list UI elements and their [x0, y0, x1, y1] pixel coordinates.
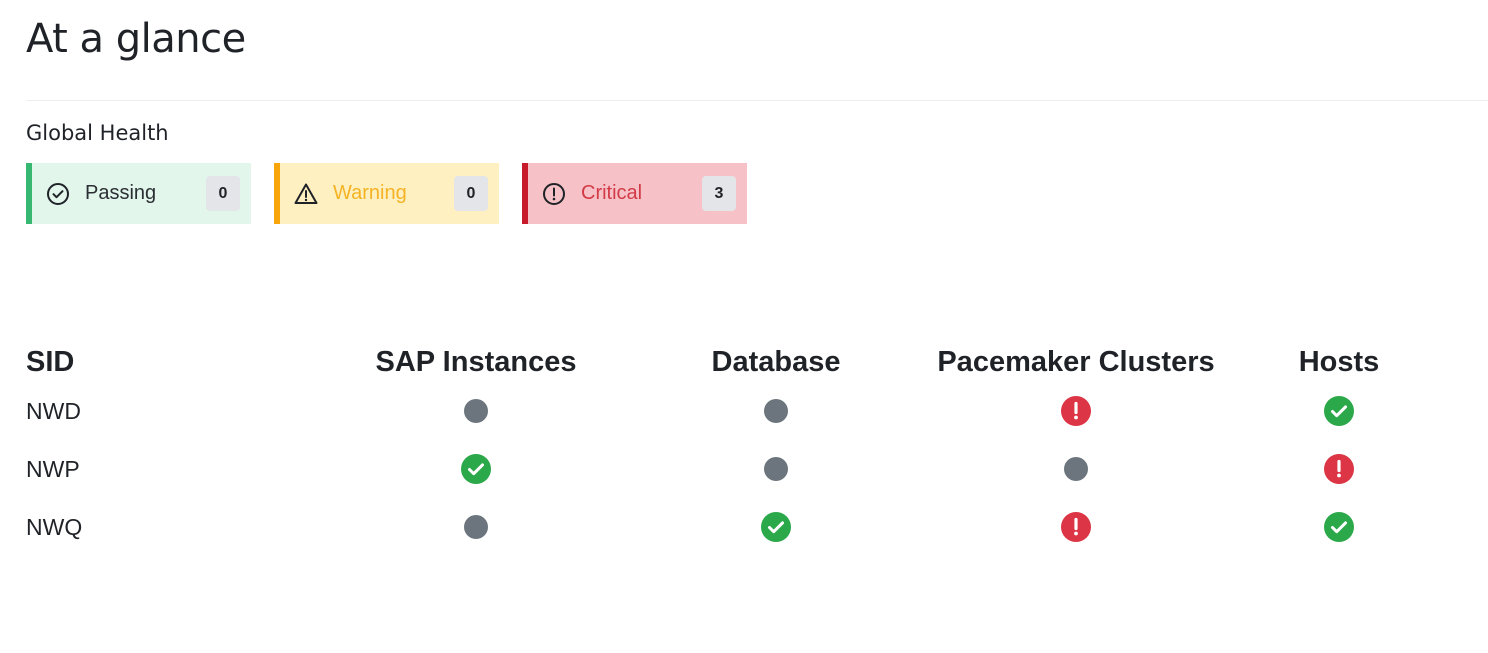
- unknown-status-dot-icon[interactable]: [461, 512, 491, 542]
- divider: [26, 100, 1488, 101]
- sap-instances-status-cell: [326, 512, 626, 542]
- unknown-status-dot-icon[interactable]: [461, 396, 491, 426]
- health-card-passing[interactable]: Passing 0: [26, 163, 251, 224]
- database-status-cell: [626, 512, 926, 542]
- sid-cell[interactable]: NWD: [26, 398, 326, 425]
- passing-check-icon[interactable]: [1324, 512, 1354, 542]
- table-header-row: SID SAP Instances Database Pacemaker Clu…: [26, 342, 1452, 382]
- critical-exclamation-icon[interactable]: [1061, 512, 1091, 542]
- health-card-label: Critical: [581, 182, 643, 204]
- sap-instances-status-cell: [326, 396, 626, 426]
- passing-check-icon[interactable]: [461, 454, 491, 484]
- hosts-status-cell: [1226, 512, 1452, 542]
- pacemaker-clusters-status-cell: [926, 512, 1226, 542]
- health-card-count: 0: [206, 176, 240, 211]
- health-card-count: 0: [454, 176, 488, 211]
- passing-check-icon[interactable]: [1324, 396, 1354, 426]
- unknown-status-dot-icon[interactable]: [761, 396, 791, 426]
- table-row[interactable]: NWP: [26, 440, 1452, 498]
- sid-health-table: SID SAP Instances Database Pacemaker Clu…: [26, 342, 1452, 556]
- sap-instances-status-cell: [326, 454, 626, 484]
- table-body: NWD NWP NWQ: [26, 382, 1452, 556]
- health-card-label: Warning: [333, 182, 407, 204]
- warning-triangle-icon: [293, 181, 319, 207]
- health-card-warning[interactable]: Warning 0: [274, 163, 499, 224]
- critical-exclamation-icon[interactable]: [1324, 454, 1354, 484]
- pacemaker-clusters-status-cell: [926, 454, 1226, 484]
- sid-cell[interactable]: NWP: [26, 456, 326, 483]
- hosts-status-cell: [1226, 454, 1452, 484]
- table-row[interactable]: NWQ: [26, 498, 1452, 556]
- global-health-title: Global Health: [26, 121, 169, 145]
- health-card-count: 3: [702, 176, 736, 211]
- global-health-cards: Passing 0 Warning 0 Critical 3: [26, 163, 747, 224]
- column-header-database: Database: [711, 345, 841, 378]
- check-circle-icon: [45, 181, 71, 207]
- unknown-status-dot-icon[interactable]: [1061, 454, 1091, 484]
- sid-cell[interactable]: NWQ: [26, 514, 326, 541]
- passing-check-icon[interactable]: [761, 512, 791, 542]
- table-row[interactable]: NWD: [26, 382, 1452, 440]
- unknown-status-dot-icon[interactable]: [761, 454, 791, 484]
- hosts-status-cell: [1226, 396, 1452, 426]
- column-header-sid: SID: [26, 345, 75, 378]
- page-title: At a glance: [26, 16, 246, 62]
- database-status-cell: [626, 396, 926, 426]
- health-card-label: Passing: [85, 182, 157, 204]
- database-status-cell: [626, 454, 926, 484]
- column-header-hosts: Hosts: [1298, 345, 1380, 378]
- critical-exclamation-icon[interactable]: [1061, 396, 1091, 426]
- column-header-sap-instances: SAP Instances: [375, 345, 577, 378]
- exclamation-circle-icon: [541, 181, 567, 207]
- pacemaker-clusters-status-cell: [926, 396, 1226, 426]
- health-card-critical[interactable]: Critical 3: [522, 163, 747, 224]
- column-header-pacemaker-clusters: Pacemaker Clusters: [937, 345, 1215, 378]
